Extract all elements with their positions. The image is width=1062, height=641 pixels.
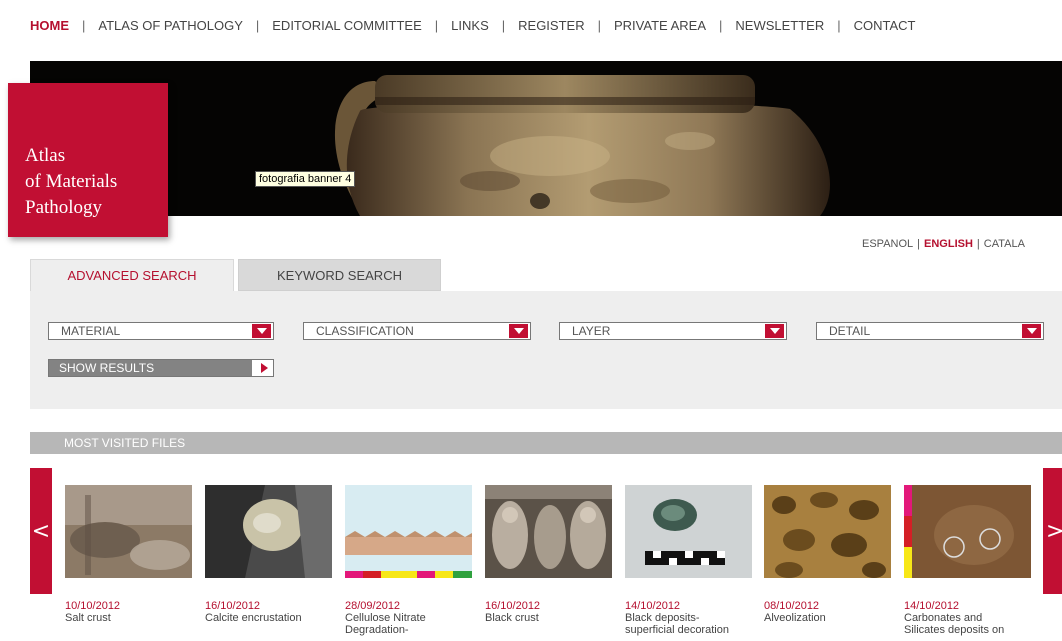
carousel-prev-button[interactable]: < xyxy=(30,468,52,594)
nav-separator: | xyxy=(597,17,601,33)
classification-select-value: CLASSIFICATION xyxy=(316,324,414,338)
black-deposits-photo xyxy=(625,485,752,578)
file-thumbnail[interactable] xyxy=(345,485,472,578)
file-title-continued[interactable]: Silicates deposits on xyxy=(904,624,1031,636)
nav-atlas-link[interactable]: ATLAS OF PATHOLOGY xyxy=(98,18,242,33)
file-card[interactable]: 14/10/2012 Black deposits- superficial d… xyxy=(625,485,752,636)
nav-newsletter-link[interactable]: NEWSLETTER xyxy=(735,18,824,33)
file-title[interactable]: Calcite encrustation xyxy=(205,612,332,624)
file-card[interactable]: 28/09/2012 Cellulose Nitrate Degradation… xyxy=(345,485,472,636)
file-date: 16/10/2012 xyxy=(485,600,541,612)
nav-separator: | xyxy=(501,17,506,33)
nav-separator: | xyxy=(82,17,86,33)
advanced-search-panel xyxy=(30,291,1062,409)
lang-espanol-link[interactable]: ESPANOL xyxy=(862,238,913,250)
file-title-continued[interactable]: superficial decoration xyxy=(625,624,752,636)
ceramic-pot-photo xyxy=(30,61,1062,216)
nav-editorial-committee-link[interactable]: EDITORIAL COMMITTEE xyxy=(272,18,422,33)
detail-select[interactable]: DETAIL xyxy=(816,322,1044,340)
file-title[interactable]: Salt crust xyxy=(65,612,192,624)
layer-select[interactable]: LAYER xyxy=(559,322,787,340)
nav-separator: | xyxy=(434,17,439,33)
chevron-down-icon xyxy=(1022,324,1041,338)
banner-image xyxy=(30,61,1062,216)
file-card[interactable]: 10/10/2012 Salt crust xyxy=(65,485,192,624)
material-select[interactable]: MATERIAL xyxy=(48,322,274,340)
lang-separator: | xyxy=(976,238,980,250)
chevron-down-icon xyxy=(252,324,271,338)
file-title[interactable]: Black crust xyxy=(485,612,612,624)
nav-private-area-link[interactable]: PRIVATE AREA xyxy=(614,18,706,33)
file-title-continued[interactable]: Degradation- xyxy=(345,624,472,636)
file-thumbnail[interactable] xyxy=(65,485,192,578)
calcite-encrustation-photo xyxy=(205,485,332,578)
file-title[interactable]: Alveolization xyxy=(764,612,891,624)
logo-line: Atlas xyxy=(25,145,66,166)
chevron-down-icon xyxy=(765,324,784,338)
file-card[interactable]: 08/10/2012 Alveolization xyxy=(764,485,891,624)
lang-english-link[interactable]: ENGLISH xyxy=(924,238,973,250)
file-card[interactable]: 16/10/2012 Calcite encrustation xyxy=(205,485,332,624)
file-thumbnail[interactable] xyxy=(764,485,891,578)
play-arrow-icon xyxy=(261,363,268,373)
file-date: 14/10/2012 xyxy=(904,600,960,612)
file-thumbnail[interactable] xyxy=(485,485,612,578)
lang-catala-link[interactable]: CATALA xyxy=(984,238,1025,250)
language-switcher: ESPANOL | ENGLISH | CATALA xyxy=(862,238,1025,250)
tab-advanced-search[interactable]: ADVANCED SEARCH xyxy=(30,259,234,291)
tab-keyword-search[interactable]: KEYWORD SEARCH xyxy=(238,259,441,291)
most-visited-header: MOST VISITED FILES xyxy=(30,432,1062,454)
lang-separator: | xyxy=(917,238,921,250)
file-thumbnail[interactable] xyxy=(904,485,1031,578)
nav-home-link[interactable]: HOME xyxy=(30,18,69,33)
file-date: 08/10/2012 xyxy=(764,600,820,612)
nav-register-link[interactable]: REGISTER xyxy=(518,18,584,33)
show-results-label: SHOW RESULTS xyxy=(49,360,252,376)
alveolization-photo xyxy=(764,485,891,578)
nav-separator: | xyxy=(719,17,723,33)
file-date: 10/10/2012 xyxy=(65,600,121,612)
file-thumbnail[interactable] xyxy=(205,485,332,578)
nav-separator: | xyxy=(837,17,841,33)
file-title[interactable]: Carbonates and xyxy=(904,612,1031,624)
nav-links-link[interactable]: LINKS xyxy=(451,18,489,33)
file-date: 14/10/2012 xyxy=(625,600,681,612)
logo-line: Pathology xyxy=(25,197,103,218)
site-logo[interactable]: Atlas of Materials Pathology xyxy=(8,83,168,237)
show-results-button[interactable]: SHOW RESULTS xyxy=(48,359,274,377)
cellulose-nitrate-photo xyxy=(345,485,472,578)
file-card[interactable]: 14/10/2012 Carbonates and Silicates depo… xyxy=(904,485,1031,636)
detail-select-value: DETAIL xyxy=(829,324,871,338)
layer-select-value: LAYER xyxy=(572,324,611,338)
chevron-down-icon xyxy=(509,324,528,338)
black-crust-photo xyxy=(485,485,612,578)
carbonates-silicates-photo xyxy=(904,485,1031,578)
carousel-next-button[interactable]: > xyxy=(1043,468,1062,594)
banner-tooltip: fotografia banner 4 xyxy=(255,171,356,187)
salt-crust-photo xyxy=(65,485,192,578)
top-navigation: HOME | ATLAS OF PATHOLOGY | EDITORIAL CO… xyxy=(30,15,916,35)
classification-select[interactable]: CLASSIFICATION xyxy=(303,322,531,340)
logo-line: of Materials xyxy=(25,171,118,192)
file-date: 16/10/2012 xyxy=(205,600,261,612)
file-title[interactable]: Cellulose Nitrate xyxy=(345,612,472,624)
file-thumbnail[interactable] xyxy=(625,485,752,578)
file-card[interactable]: 16/10/2012 Black crust xyxy=(485,485,612,624)
file-date: 28/09/2012 xyxy=(345,600,401,612)
file-title[interactable]: Black deposits- xyxy=(625,612,752,624)
nav-contact-link[interactable]: CONTACT xyxy=(854,18,916,33)
nav-separator: | xyxy=(255,17,260,33)
material-select-value: MATERIAL xyxy=(61,324,121,338)
